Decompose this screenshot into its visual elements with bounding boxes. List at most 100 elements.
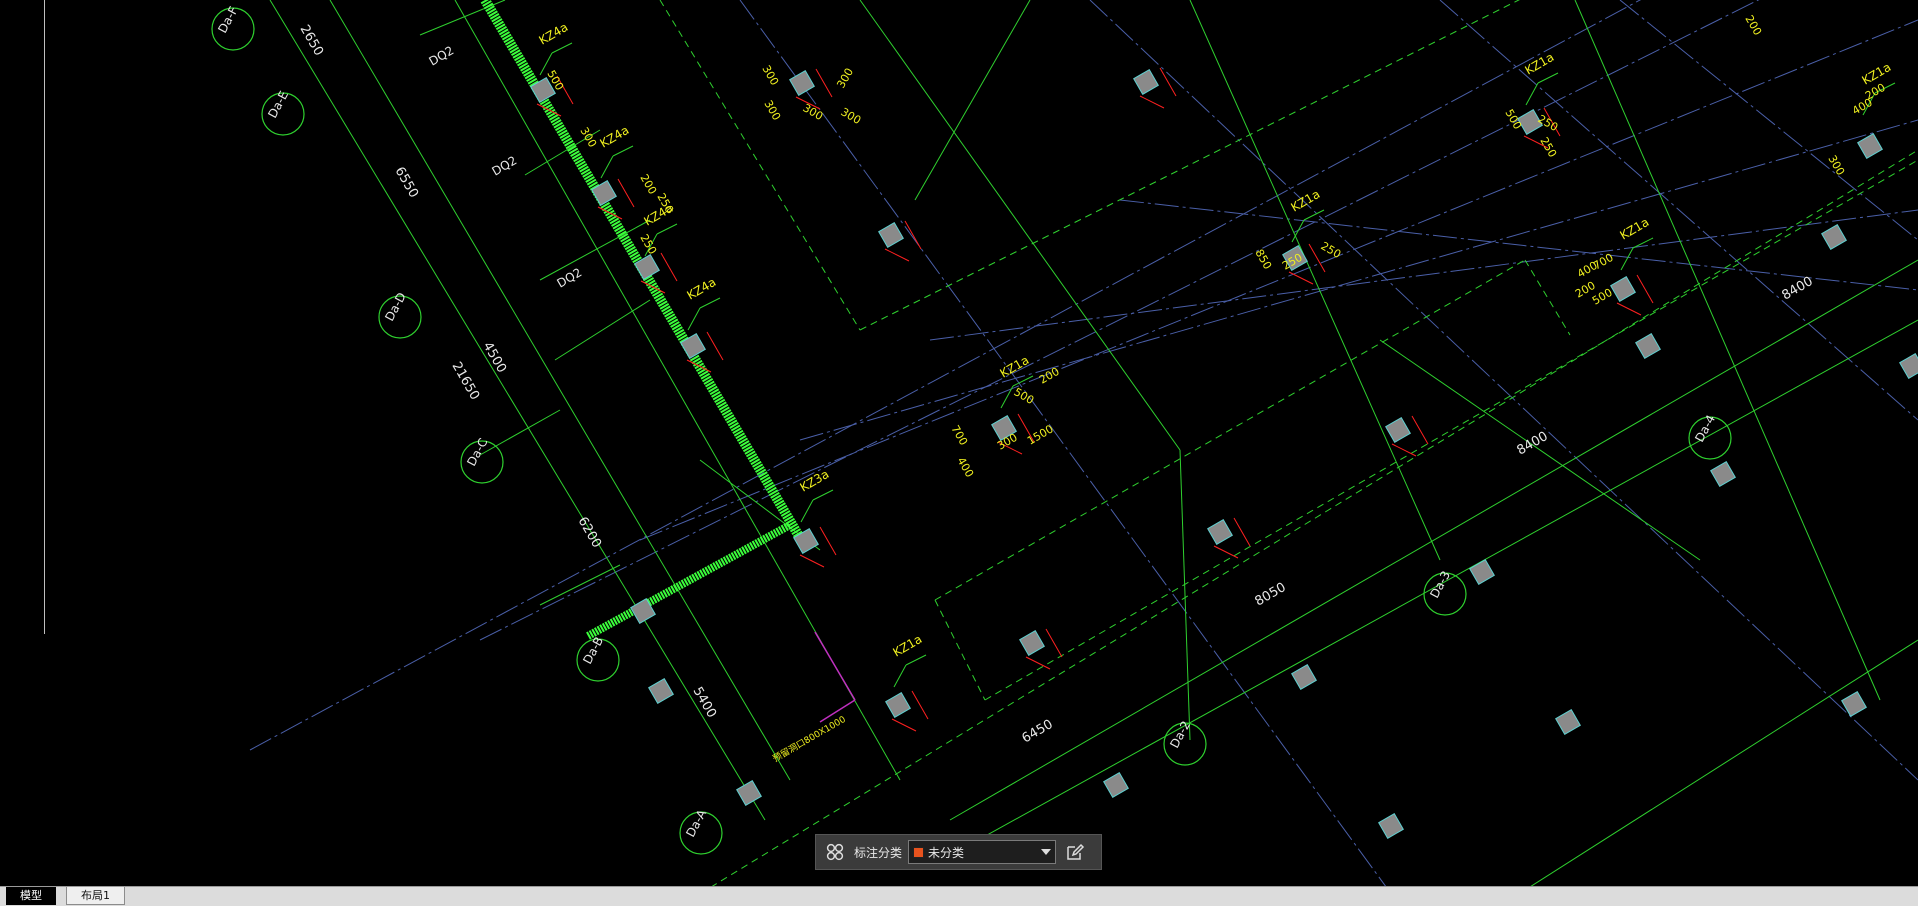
- small-dimension-text: 300: [834, 66, 856, 91]
- dimension-mark: [1045, 628, 1063, 658]
- chevron-down-icon: [1041, 849, 1052, 855]
- column: [1841, 691, 1867, 717]
- small-dimension-text: 700: [1591, 251, 1616, 273]
- axis-lines: [249, 0, 1918, 886]
- dimension-mark: [1159, 67, 1177, 97]
- column: [1821, 224, 1847, 250]
- small-dimension-text: 300: [1825, 153, 1847, 178]
- small-dimension-text: 200: [1742, 13, 1764, 38]
- category-color-swatch: [913, 846, 925, 858]
- dimension-marks: [536, 67, 1654, 732]
- column: [1857, 133, 1883, 159]
- annotation-category-select[interactable]: 未分类: [908, 840, 1057, 864]
- dimension-text: 8400: [1780, 274, 1816, 304]
- tag-leader: [812, 489, 834, 501]
- columns: [530, 69, 1918, 839]
- dimension-text: 6450: [1020, 717, 1056, 747]
- grid-lines: [211, 0, 1918, 886]
- tag-leader: [687, 307, 701, 331]
- annotation-toolbar: 标注分类 未分类: [815, 834, 1102, 870]
- axis-label: Da-A: [683, 807, 709, 840]
- axis-label: Da-C: [464, 436, 490, 468]
- axis-label: Da-D: [382, 290, 409, 323]
- small-dimension-text: 300: [761, 98, 783, 123]
- tag-leader: [1537, 72, 1559, 84]
- column-tag: KZ1a: [1289, 187, 1323, 215]
- drawing-canvas[interactable]: Da-F Da-E Da-D Da-C Da-B Da-A Da-2 Da-3 Da-4 KZ4a…: [0, 0, 1918, 886]
- small-dimension-text: 300: [759, 63, 781, 88]
- small-dimension-text: 500: [1502, 107, 1524, 132]
- dimension-text: 2650: [297, 23, 327, 59]
- column: [793, 528, 819, 554]
- small-dimension-text: 300: [577, 125, 599, 150]
- tab-model[interactable]: 模型: [6, 887, 56, 905]
- axis-line: [1439, 0, 1918, 421]
- edit-icon[interactable]: [1062, 839, 1088, 865]
- dashed-outline: [934, 599, 986, 701]
- grid-view-icon[interactable]: [822, 839, 848, 865]
- dashed-outline: [1524, 259, 1571, 336]
- grid-line: [329, 0, 791, 781]
- column: [1378, 813, 1404, 839]
- small-dimension-text: 400: [954, 455, 976, 480]
- wall-lines: [480, 0, 805, 640]
- dimension-text: 6550: [392, 165, 422, 201]
- column: [885, 692, 911, 718]
- column: [1019, 630, 1045, 656]
- column-tag: KZ1a: [1618, 215, 1652, 243]
- dimension-mark: [884, 248, 910, 262]
- layout-tab-bar: 模型 布局1: [0, 886, 1918, 906]
- column-tag: KZ1a: [891, 632, 925, 660]
- cad-drawing: Da-F Da-E Da-D Da-C Da-B Da-A Da-2 Da-3 Da-4 KZ4a…: [211, 0, 1918, 886]
- grid-line: [1379, 339, 1701, 561]
- axis-line: [739, 0, 1387, 886]
- column-tag: KZ3a: [798, 467, 832, 495]
- dimension-text: 21650: [449, 360, 483, 403]
- dimension-mark: [1025, 656, 1051, 670]
- dimension-text: 4500: [480, 340, 510, 376]
- small-dimension-text: 300: [801, 101, 826, 123]
- tag-leader: [1000, 385, 1014, 409]
- small-dimension-text: 250: [1537, 135, 1559, 160]
- axis-line: [249, 0, 1642, 751]
- small-dimension-text: 1500: [1025, 422, 1056, 447]
- column-tag: KZ4a: [685, 275, 719, 303]
- dimension-mark: [904, 220, 922, 250]
- dimension-mark: [815, 68, 833, 98]
- dimension-text: 8050: [1253, 580, 1289, 610]
- tab-layout1[interactable]: 布局1: [66, 887, 125, 905]
- column: [648, 678, 674, 704]
- tag-leader: [800, 499, 814, 523]
- axis-line: [1089, 0, 1918, 781]
- annotation-category-label: 标注分类: [854, 845, 903, 860]
- column: [789, 70, 815, 96]
- small-dimension-text: 200: [637, 172, 659, 197]
- dimension-mark: [1213, 545, 1239, 559]
- dimension-mark: [819, 526, 837, 556]
- column: [1710, 461, 1736, 487]
- small-dimension-text: 200: [1037, 365, 1062, 387]
- tag-leader: [1620, 247, 1634, 271]
- column: [1469, 559, 1495, 585]
- dimension-mark: [911, 690, 929, 720]
- column: [1207, 519, 1233, 545]
- opening-marker: [814, 631, 856, 701]
- axis-label: Da-F: [215, 4, 240, 35]
- beam-tag: DQ2: [427, 43, 457, 68]
- axis-line: [1119, 199, 1918, 291]
- tag-leader: [1525, 82, 1539, 106]
- dimension-mark: [891, 718, 917, 732]
- column: [1555, 709, 1581, 735]
- grid-line: [1189, 0, 1441, 561]
- column: [1385, 417, 1411, 443]
- column-tag: KZ4a: [598, 123, 632, 151]
- axis-line: [479, 0, 1760, 641]
- axis-line: [929, 209, 1918, 341]
- column: [1133, 69, 1159, 95]
- dimension-mark: [1636, 274, 1654, 304]
- tag-leader: [600, 155, 614, 179]
- axis-label: Da-3: [1427, 569, 1453, 601]
- dashed-outline: [934, 259, 1526, 601]
- tag-leader: [905, 654, 927, 666]
- axis-label: Da-B: [580, 634, 606, 666]
